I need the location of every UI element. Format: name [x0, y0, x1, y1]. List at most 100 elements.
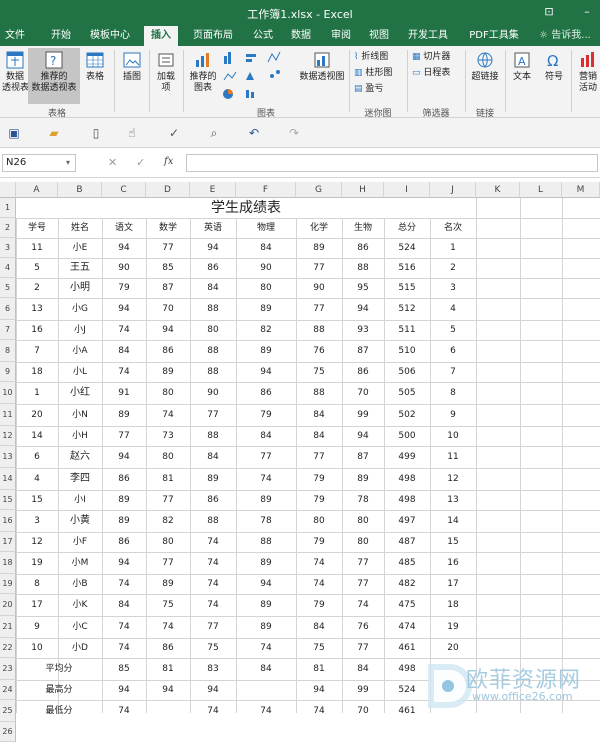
- table-cell[interactable]: 88: [190, 362, 236, 382]
- table-cell[interactable]: 86: [146, 340, 190, 362]
- table-cell[interactable]: 89: [236, 298, 296, 320]
- row-header-13[interactable]: 13: [0, 446, 16, 468]
- table-cell[interactable]: 79: [296, 594, 342, 616]
- sparkline-line-button[interactable]: ⌇ 折线图: [354, 50, 388, 64]
- column-header-A[interactable]: A: [16, 182, 58, 198]
- table-cell[interactable]: 15: [430, 532, 476, 552]
- table-cell[interactable]: 77: [146, 238, 190, 258]
- table-cell[interactable]: 74: [146, 616, 190, 638]
- table-cell[interactable]: 小A: [58, 340, 102, 362]
- table-cell[interactable]: 506: [384, 362, 430, 382]
- summary-cell[interactable]: 81: [296, 658, 342, 680]
- summary-cell[interactable]: 70: [342, 700, 384, 722]
- table-cell[interactable]: 87: [146, 278, 190, 298]
- table-cell[interactable]: 8: [16, 574, 58, 594]
- table-cell[interactable]: 77: [236, 446, 296, 468]
- header-cell[interactable]: 数学: [146, 218, 190, 238]
- row-header-26[interactable]: 26: [0, 722, 16, 742]
- table-cell[interactable]: 84: [296, 404, 342, 426]
- table-cell[interactable]: 91: [102, 382, 146, 404]
- table-cell[interactable]: 小J: [58, 320, 102, 340]
- table-cell[interactable]: 小明: [58, 278, 102, 298]
- table-cell[interactable]: 88: [296, 382, 342, 404]
- table-cell[interactable]: 小G: [58, 298, 102, 320]
- hyperlink-button[interactable]: 超链接: [468, 50, 502, 83]
- table-cell[interactable]: 74: [146, 404, 190, 426]
- table-cell[interactable]: 90: [236, 258, 296, 278]
- table-cell[interactable]: 74: [102, 638, 146, 658]
- row-header-11[interactable]: 11: [0, 404, 16, 426]
- table-cell[interactable]: 3: [16, 510, 58, 532]
- table-cell[interactable]: 77: [342, 552, 384, 574]
- print-preview-icon[interactable]: ⌕: [206, 125, 222, 141]
- table-cell[interactable]: 77: [146, 490, 190, 510]
- table-cell[interactable]: 12: [430, 468, 476, 490]
- table-cell[interactable]: 16: [16, 320, 58, 340]
- column-header-E[interactable]: E: [190, 182, 236, 198]
- tab-0[interactable]: 文件: [0, 26, 30, 46]
- name-box[interactable]: N26: [2, 154, 76, 172]
- row-header-15[interactable]: 15: [0, 490, 16, 510]
- table-cell[interactable]: 14: [430, 510, 476, 532]
- table-cell[interactable]: 89: [146, 362, 190, 382]
- tab-5[interactable]: 公式: [246, 26, 280, 46]
- undo-icon[interactable]: ↶: [246, 125, 262, 141]
- table-cell[interactable]: 小L: [58, 362, 102, 382]
- header-cell[interactable]: 英语: [190, 218, 236, 238]
- header-cell[interactable]: 姓名: [58, 218, 102, 238]
- table-cell[interactable]: 76: [342, 616, 384, 638]
- table-cell[interactable]: 80: [190, 320, 236, 340]
- row-header-8[interactable]: 8: [0, 340, 16, 362]
- row-header-4[interactable]: 4: [0, 258, 16, 278]
- table-cell[interactable]: 84: [296, 616, 342, 638]
- minimize-icon[interactable]: –: [576, 4, 598, 20]
- table-cell[interactable]: 78: [236, 510, 296, 532]
- table-cell[interactable]: 74: [102, 616, 146, 638]
- table-cell[interactable]: 75: [296, 362, 342, 382]
- column-header-F[interactable]: F: [236, 182, 296, 198]
- table-cell[interactable]: 小H: [58, 426, 102, 446]
- table-cell[interactable]: 74: [102, 574, 146, 594]
- select-all-corner[interactable]: [0, 182, 16, 198]
- header-cell[interactable]: 语文: [102, 218, 146, 238]
- table-cell[interactable]: 19: [16, 552, 58, 574]
- illustrations-button[interactable]: 插图: [118, 50, 146, 83]
- summary-cell[interactable]: [236, 680, 296, 700]
- table-cell[interactable]: 74: [342, 594, 384, 616]
- table-cell[interactable]: 94: [102, 552, 146, 574]
- row-header-24[interactable]: 24: [0, 680, 16, 700]
- pivot-table-button[interactable]: 数据 透视表: [2, 50, 29, 94]
- table-cell[interactable]: 81: [146, 468, 190, 490]
- row-header-22[interactable]: 22: [0, 638, 16, 658]
- table-cell[interactable]: 18: [16, 362, 58, 382]
- row-header-20[interactable]: 20: [0, 594, 16, 616]
- table-cell[interactable]: 86: [146, 638, 190, 658]
- chart-type-icons[interactable]: [222, 50, 298, 105]
- tab-9[interactable]: 开发工具: [402, 26, 454, 46]
- table-cell[interactable]: 74: [102, 320, 146, 340]
- table-cell[interactable]: 2: [16, 278, 58, 298]
- table-cell[interactable]: 79: [296, 468, 342, 490]
- table-cell[interactable]: 78: [342, 490, 384, 510]
- table-cell[interactable]: 94: [102, 238, 146, 258]
- table-cell[interactable]: 475: [384, 594, 430, 616]
- ribbon-display-icon[interactable]: ⊡: [538, 4, 560, 20]
- table-cell[interactable]: 86: [342, 362, 384, 382]
- table-cell[interactable]: 1: [430, 238, 476, 258]
- table-cell[interactable]: 84: [236, 238, 296, 258]
- row-header-19[interactable]: 19: [0, 574, 16, 594]
- table-cell[interactable]: 小黄: [58, 510, 102, 532]
- enter-icon[interactable]: ✓: [136, 156, 145, 169]
- header-cell[interactable]: 总分: [384, 218, 430, 238]
- table-cell[interactable]: 89: [146, 574, 190, 594]
- summary-cell[interactable]: [146, 700, 190, 722]
- table-cell[interactable]: 小N: [58, 404, 102, 426]
- row-header-25[interactable]: 25: [0, 700, 16, 722]
- table-cell[interactable]: 73: [146, 426, 190, 446]
- table-cell[interactable]: 4: [430, 298, 476, 320]
- table-cell[interactable]: 94: [146, 320, 190, 340]
- tab-2[interactable]: 模板中心: [84, 26, 136, 46]
- formula-input[interactable]: [186, 154, 598, 172]
- cancel-icon[interactable]: ✕: [108, 156, 117, 169]
- table-cell[interactable]: 1: [16, 382, 58, 404]
